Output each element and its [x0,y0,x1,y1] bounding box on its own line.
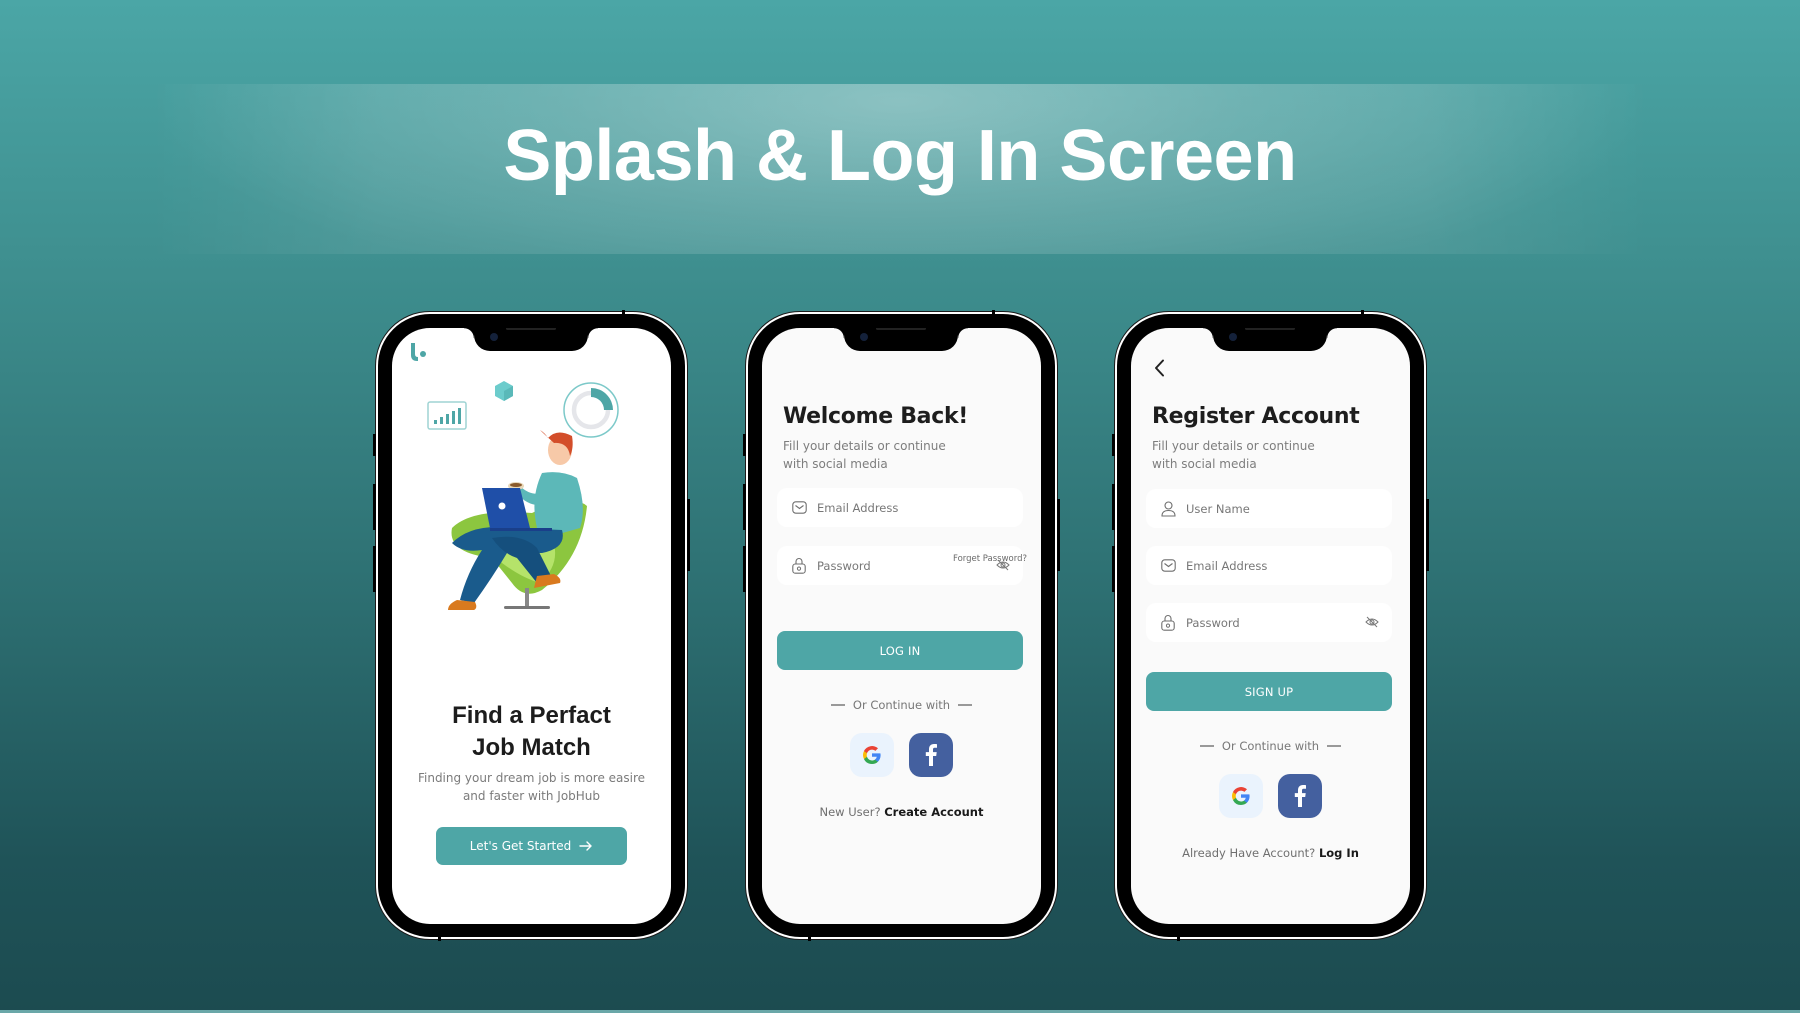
google-icon [1232,787,1250,805]
username-field[interactable] [1146,489,1392,528]
notch [1203,328,1337,351]
antenna-line [1361,310,1364,315]
volume-down-button [743,546,746,592]
phone-splash: Find a Perfact Job Match Finding your dr… [373,310,690,941]
login-prompt: Already Have Account? Log In [1131,846,1410,860]
mail-icon [791,500,807,516]
notch [464,328,598,351]
volume-down-button [1112,546,1115,592]
volume-up-button [1112,484,1115,530]
password-input[interactable] [1186,615,1392,630]
phone-login: Welcome Back! Fill your details or conti… [743,310,1060,941]
subtitle-line: Fill your details or continue [783,439,946,453]
facebook-login-button[interactable] [909,733,953,777]
divider-line [1199,745,1214,747]
speaker [876,328,926,330]
existing-account-label: Already Have Account? [1182,846,1316,860]
subtitle-line: Finding your dream job is more easire [417,771,646,785]
volume-up-button [373,484,376,530]
facebook-login-button[interactable] [1278,774,1322,818]
camera-icon [490,333,498,341]
speaker [1245,328,1295,330]
login-title: Welcome Back! [783,404,969,429]
mute-switch [1112,434,1115,456]
splash-subtitle: Finding your dream job is more easire an… [392,769,671,805]
eye-off-icon[interactable] [1365,615,1379,629]
get-started-label: Let's Get Started [469,839,572,853]
volume-up-button [743,484,746,530]
signup-button[interactable]: SIGN UP [1146,672,1392,711]
phone-register: Register Account Fill your details or co… [1112,310,1429,941]
new-user-label: New User? [819,805,881,819]
heading-line: Find a Perfact [452,702,611,729]
create-account-link[interactable]: Create Account [884,805,983,819]
splash-heading: Find a Perfact Job Match [392,700,671,764]
create-account-prompt: New User? Create Account [762,805,1041,819]
social-login-row [762,733,1041,777]
facebook-icon [1294,785,1306,807]
or-continue-divider: Or Continue with [1131,739,1410,753]
power-button [1426,499,1429,571]
register-title: Register Account [1152,404,1360,429]
speaker [506,328,556,330]
password-field[interactable] [777,546,1023,585]
lock-icon [791,558,807,574]
email-field[interactable] [1146,546,1392,585]
camera-icon [1229,333,1237,341]
username-input[interactable] [1186,501,1392,516]
divider-line [958,704,973,706]
login-subtitle: Fill your details or continue with socia… [783,438,963,473]
facebook-icon [925,744,937,766]
page-title: Splash & Log In Screen [503,116,1297,196]
subtitle-line: with social media [1152,456,1257,471]
subtitle-line: with social media [783,456,888,471]
donut-chart-icon [563,382,619,438]
antenna-line [1177,936,1180,941]
email-input[interactable] [1186,558,1392,573]
subtitle-line: Fill your details or continue [1152,439,1315,453]
register-subtitle: Fill your details or continue with socia… [1152,438,1332,473]
subtitle-line: and faster with JobHub [462,789,601,803]
bar-chart-icon [427,401,467,430]
login-button[interactable]: LOG IN [777,631,1023,670]
email-input[interactable] [817,500,1023,515]
forgot-password-link[interactable]: Forget Password? [953,554,1027,564]
login-link[interactable]: Log In [1319,846,1359,860]
divider-line [830,704,845,706]
splash-screen: Find a Perfact Job Match Finding your dr… [392,328,671,924]
antenna-line [808,936,811,941]
social-login-row [1131,774,1410,818]
heading-line: Job Match [472,734,591,761]
password-field[interactable] [1146,603,1392,642]
google-login-button[interactable] [850,733,894,777]
login-screen: Welcome Back! Fill your details or conti… [762,328,1041,924]
chevron-left-icon[interactable] [1153,359,1167,377]
camera-icon [860,333,868,341]
get-started-button[interactable]: Let's Get Started [436,827,627,865]
cube-icon [495,381,513,401]
antenna-line [622,310,625,315]
or-continue-divider: Or Continue with [762,698,1041,712]
lock-icon [1160,615,1176,631]
mail-icon [1160,558,1176,574]
jobhub-logo-icon [411,343,426,361]
notch [834,328,968,351]
mute-switch [373,434,376,456]
antenna-line [438,936,441,941]
power-button [687,499,690,571]
email-field[interactable] [777,488,1023,527]
man-with-laptop-illustration [427,381,619,610]
power-button [1057,499,1060,571]
google-icon [863,746,881,764]
or-continue-label: Or Continue with [1221,739,1320,753]
register-screen: Register Account Fill your details or co… [1131,328,1410,924]
arrow-right-icon [579,841,592,851]
or-continue-label: Or Continue with [852,698,951,712]
antenna-line [992,310,995,315]
volume-down-button [373,546,376,592]
google-login-button[interactable] [1219,774,1263,818]
user-icon [1160,500,1176,517]
mute-switch [743,434,746,456]
divider-line [1327,745,1342,747]
